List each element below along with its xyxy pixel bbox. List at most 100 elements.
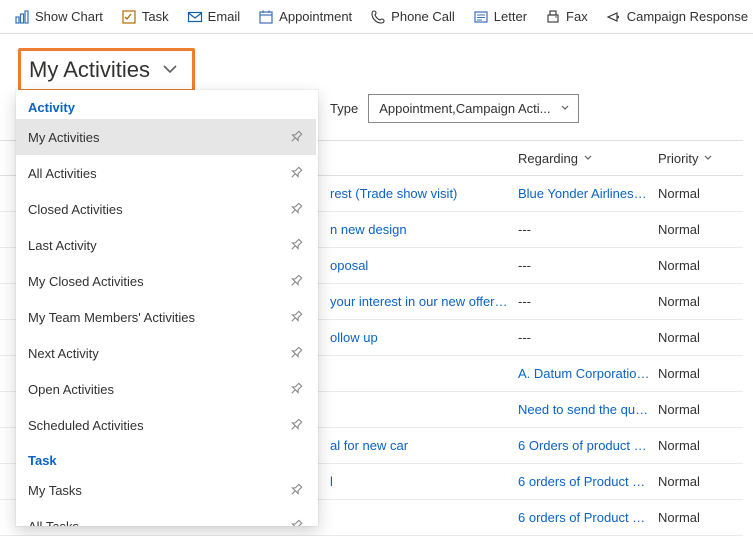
- pin-icon[interactable]: [288, 165, 304, 181]
- toolbar-label: Campaign Response: [627, 9, 748, 24]
- regarding-cell[interactable]: 6 Orders of product sku J: [518, 438, 658, 453]
- subject-cell[interactable]: ollow up: [330, 330, 518, 345]
- task-icon: [121, 9, 137, 25]
- regarding-cell: ---: [518, 330, 658, 345]
- dropdown-item-label: Closed Activities: [28, 202, 123, 217]
- regarding-cell[interactable]: Need to send the quotati: [518, 402, 658, 417]
- regarding-cell[interactable]: Blue Yonder Airlines (sam: [518, 186, 658, 201]
- toolbar-letter[interactable]: Letter: [467, 5, 533, 29]
- column-header-priority[interactable]: Priority: [658, 151, 738, 166]
- toolbar-email[interactable]: Email: [181, 5, 247, 29]
- view-title: My Activities: [29, 57, 150, 83]
- regarding-cell: ---: [518, 294, 658, 309]
- toolbar-chart[interactable]: Show Chart: [8, 5, 109, 29]
- dropdown-item-label: All Activities: [28, 166, 97, 181]
- subject-cell[interactable]: n new design: [330, 222, 518, 237]
- dropdown-item-label: All Tasks: [28, 519, 79, 527]
- dropdown-item-label: My Closed Activities: [28, 274, 144, 289]
- regarding-cell: ---: [518, 222, 658, 237]
- pin-icon[interactable]: [288, 518, 304, 526]
- dropdown-item-label: My Activities: [28, 130, 100, 145]
- pin-icon[interactable]: [288, 201, 304, 217]
- column-header-regarding[interactable]: Regarding: [518, 151, 658, 166]
- pin-icon[interactable]: [288, 381, 304, 397]
- dropdown-item[interactable]: Next Activity: [16, 335, 316, 371]
- appointment-icon: [258, 9, 274, 25]
- campaign-icon: [606, 9, 622, 25]
- dropdown-item[interactable]: All Tasks: [16, 508, 316, 526]
- dropdown-item[interactable]: Open Activities: [16, 371, 316, 407]
- regarding-cell[interactable]: 6 orders of Product SKU .: [518, 474, 658, 489]
- subject-cell[interactable]: oposal: [330, 258, 518, 273]
- priority-cell: Normal: [658, 258, 738, 273]
- subject-cell[interactable]: rest (Trade show visit): [330, 186, 518, 201]
- priority-cell: Normal: [658, 402, 738, 417]
- email-icon: [187, 9, 203, 25]
- dropdown-item[interactable]: Closed Activities: [16, 191, 316, 227]
- pin-icon[interactable]: [288, 417, 304, 433]
- priority-cell: Normal: [658, 438, 738, 453]
- chart-icon: [14, 9, 30, 25]
- priority-cell: Normal: [658, 510, 738, 525]
- toolbar-label: Letter: [494, 9, 527, 24]
- priority-cell: Normal: [658, 330, 738, 345]
- regarding-cell: ---: [518, 258, 658, 273]
- letter-icon: [473, 9, 489, 25]
- dropdown-section-header: Activity: [16, 90, 316, 119]
- subject-cell[interactable]: l: [330, 474, 518, 489]
- activity-type-label: Type: [330, 101, 358, 116]
- pin-icon[interactable]: [288, 129, 304, 145]
- phone-icon: [370, 9, 386, 25]
- regarding-cell[interactable]: 6 orders of Product SKU .: [518, 510, 658, 525]
- toolbar-phone[interactable]: Phone Call: [364, 5, 461, 29]
- view-dropdown: Activity My Activities All Activities Close…: [16, 90, 318, 526]
- toolbar-label: Task: [142, 9, 169, 24]
- toolbar-label: Phone Call: [391, 9, 455, 24]
- priority-cell: Normal: [658, 474, 738, 489]
- dropdown-item-label: Next Activity: [28, 346, 99, 361]
- dropdown-item[interactable]: Scheduled Activities: [16, 407, 316, 443]
- toolbar-label: Appointment: [279, 9, 352, 24]
- toolbar-appointment[interactable]: Appointment: [252, 5, 358, 29]
- priority-cell: Normal: [658, 366, 738, 381]
- dropdown-item-label: Scheduled Activities: [28, 418, 144, 433]
- pin-icon[interactable]: [288, 237, 304, 253]
- dropdown-item-label: Last Activity: [28, 238, 97, 253]
- pin-icon[interactable]: [288, 273, 304, 289]
- priority-cell: Normal: [658, 294, 738, 309]
- subject-cell[interactable]: al for new car: [330, 438, 518, 453]
- chevron-down-icon: [703, 153, 713, 163]
- dropdown-item[interactable]: All Activities: [16, 155, 316, 191]
- toolbar-task[interactable]: Task: [115, 5, 175, 29]
- toolbar-fax[interactable]: Fax: [539, 5, 594, 29]
- pin-icon[interactable]: [288, 482, 304, 498]
- toolbar-label: Show Chart: [35, 9, 103, 24]
- dropdown-item-label: My Tasks: [28, 483, 82, 498]
- toolbar-label: Fax: [566, 9, 588, 24]
- dropdown-item[interactable]: My Activities: [16, 119, 316, 155]
- activity-type-value: Appointment,Campaign Acti...: [379, 101, 550, 116]
- subject-cell[interactable]: your interest in our new offerings: [330, 294, 518, 309]
- dropdown-item[interactable]: My Closed Activities: [16, 263, 316, 299]
- dropdown-item-label: Open Activities: [28, 382, 114, 397]
- chevron-down-icon: [162, 61, 178, 80]
- pin-icon[interactable]: [288, 309, 304, 325]
- view-dropdown-scroll[interactable]: Activity My Activities All Activities Close…: [16, 90, 318, 526]
- dropdown-section-header: Task: [16, 443, 316, 472]
- chevron-down-icon: [583, 153, 593, 163]
- dropdown-item[interactable]: Last Activity: [16, 227, 316, 263]
- activity-type-select[interactable]: Appointment,Campaign Acti...: [368, 94, 579, 123]
- toolbar-label: Email: [208, 9, 241, 24]
- dropdown-item[interactable]: My Team Members' Activities: [16, 299, 316, 335]
- fax-icon: [545, 9, 561, 25]
- regarding-cell[interactable]: A. Datum Corporation (sa: [518, 366, 658, 381]
- priority-cell: Normal: [658, 222, 738, 237]
- toolbar-campaign[interactable]: Campaign Response: [600, 5, 753, 29]
- priority-cell: Normal: [658, 186, 738, 201]
- dropdown-item-label: My Team Members' Activities: [28, 310, 195, 325]
- command-bar: Show Chart Task Email Appointment Phone Call…: [0, 0, 753, 34]
- chevron-down-icon: [560, 101, 570, 116]
- pin-icon[interactable]: [288, 345, 304, 361]
- dropdown-item[interactable]: My Tasks: [16, 472, 316, 508]
- view-selector[interactable]: My Activities: [18, 48, 195, 92]
